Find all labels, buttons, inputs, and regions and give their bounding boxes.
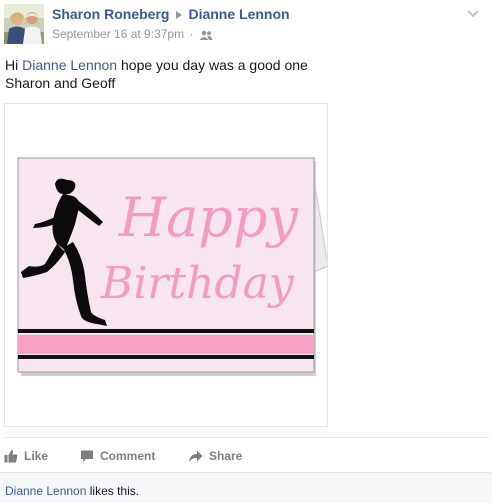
message-line-2: Sharon and Geoff — [5, 75, 116, 91]
thumbs-up-icon — [4, 450, 18, 463]
author-name-link[interactable]: Sharon Roneberg — [52, 6, 169, 22]
likes-summary: Dianne Lennon likes this. — [0, 472, 492, 503]
card-word-birthday: Birthday — [100, 258, 295, 309]
post-header-names: Sharon Roneberg Dianne Lennon — [52, 6, 290, 24]
liker-name-link[interactable]: Dianne Lennon — [5, 484, 86, 498]
post-photo[interactable]: Happy Birthday — [4, 103, 328, 427]
birthday-card-image: Happy Birthday — [17, 157, 327, 376]
comment-bubble-icon — [81, 450, 93, 462]
target-name-link[interactable]: Dianne Lennon — [188, 6, 289, 22]
share-button[interactable]: Share — [188, 446, 242, 466]
post-options-chevron-icon[interactable] — [466, 6, 480, 18]
post-meta: September 16 at 9:37pm · — [52, 27, 213, 41]
message-line-1: Hi Dianne Lennon hope you day was a good… — [5, 56, 475, 74]
message-line-1-text: hope you day was a good one — [121, 57, 308, 73]
friends-icon[interactable] — [199, 29, 213, 40]
share-arrow-icon — [189, 450, 203, 462]
post-timestamp-link[interactable]: September 16 at 9:37pm — [52, 27, 184, 41]
share-label: Share — [209, 449, 243, 463]
actions-divider — [4, 437, 490, 438]
post-message: Hi Dianne Lennon hope you day was a good… — [5, 56, 475, 92]
card-word-happy: Happy — [118, 186, 299, 249]
card-pink-stripe — [18, 335, 314, 354]
message-greeting: Hi — [5, 57, 19, 73]
likes-text: Dianne Lennon likes this. — [5, 484, 139, 498]
news-feed-post: Sharon Roneberg Dianne Lennon September 1… — [0, 0, 492, 503]
comment-button[interactable]: Comment — [80, 446, 155, 466]
comment-label: Comment — [100, 449, 156, 463]
likes-suffix: likes this. — [89, 484, 140, 498]
meta-separator: · — [189, 27, 194, 41]
author-avatar[interactable] — [4, 4, 44, 44]
like-label: Like — [24, 449, 49, 463]
shared-to-arrow-icon — [176, 10, 183, 19]
mention-link[interactable]: Dianne Lennon — [22, 57, 117, 73]
like-button[interactable]: Like — [4, 446, 48, 466]
